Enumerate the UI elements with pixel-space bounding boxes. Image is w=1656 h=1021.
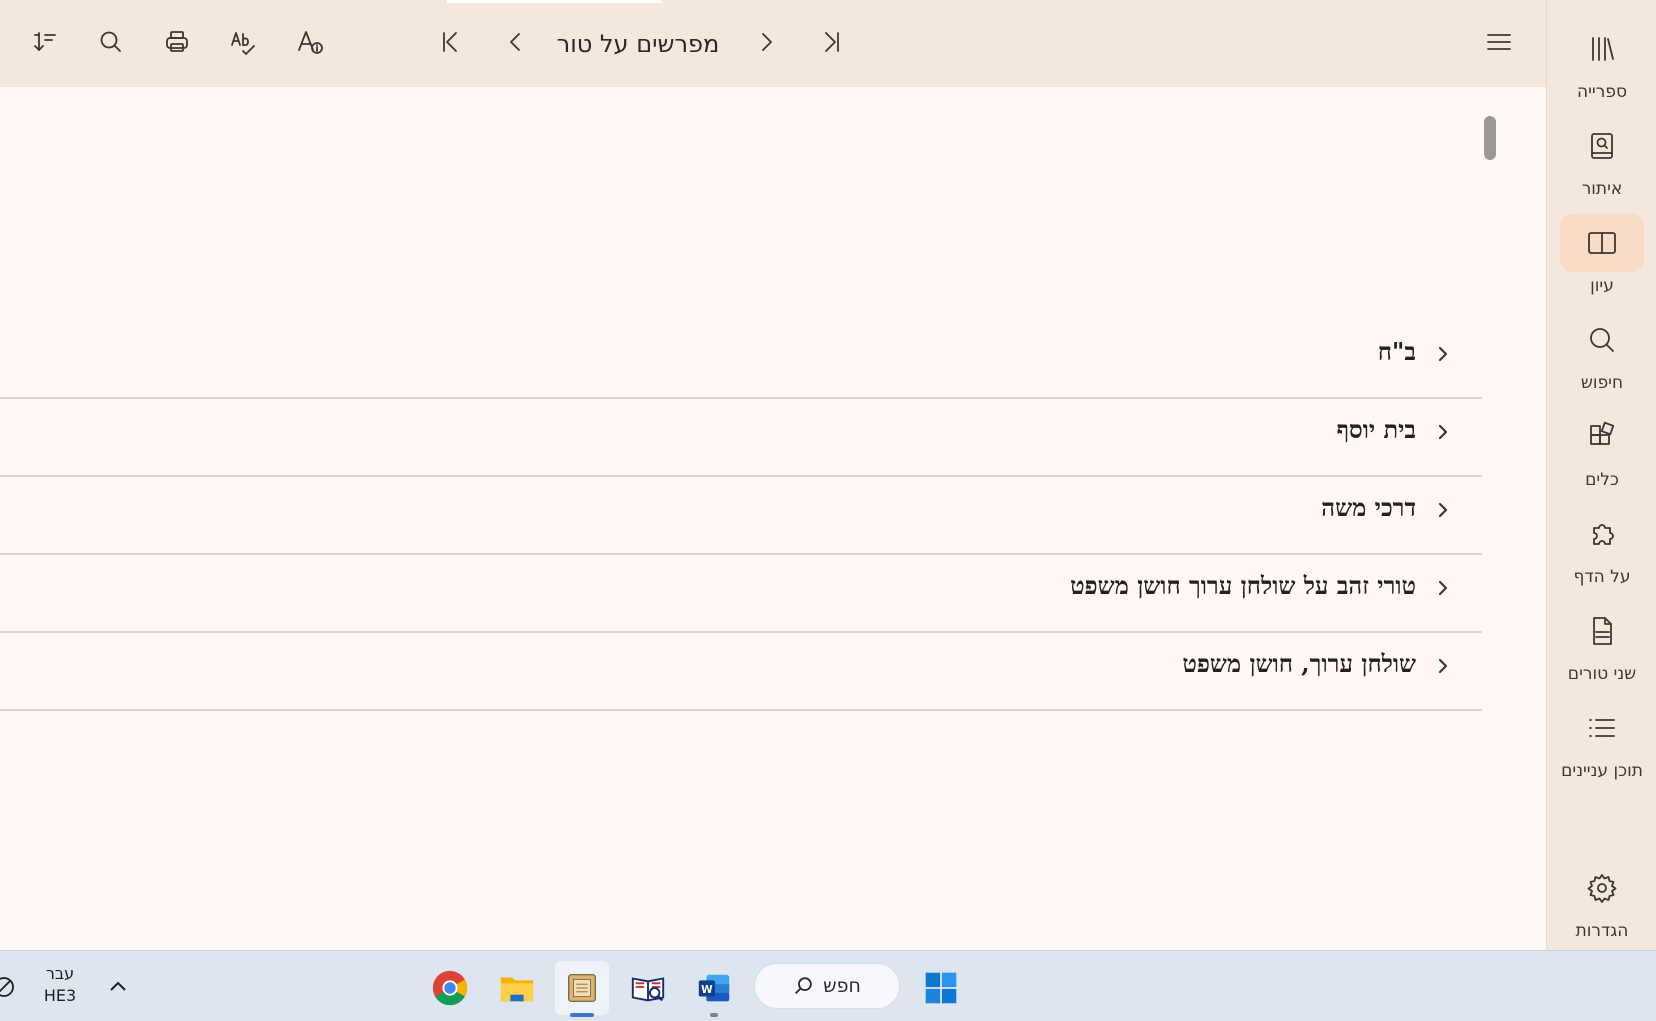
navigation-rail: ספרייה איתור עיון חיפוש כלים על הדף שני … <box>1546 0 1656 950</box>
rail-item-label: כלים <box>1585 470 1619 490</box>
list-item-label: בית יוסף <box>1336 415 1416 444</box>
chevron-right-icon <box>1432 343 1454 365</box>
dictionary-app-icon[interactable] <box>621 961 675 1015</box>
top-toolbar: מפרשים על טור <box>0 0 1546 87</box>
list-item-label: ב"ח <box>1377 337 1416 366</box>
previous-icon[interactable] <box>498 24 534 60</box>
rail-item-settings[interactable]: הגדרות <box>1547 855 1656 945</box>
rail-item-search[interactable]: חיפוש <box>1547 307 1656 397</box>
pdf-icon <box>1593 617 1612 645</box>
search-label: חפש <box>823 975 861 997</box>
rail-item-library[interactable]: ספרייה <box>1547 16 1656 106</box>
list-icon <box>1589 719 1615 737</box>
chevron-right-icon <box>1432 577 1454 599</box>
scrollbar-thumb[interactable] <box>1484 116 1496 160</box>
taskbar-search-button[interactable]: חפש <box>754 963 900 1009</box>
chevron-right-icon <box>1432 421 1454 443</box>
list-item-shulchan-aruch[interactable]: שולחן ערוך, חושן משפט <box>0 633 1482 711</box>
list-item-label: דרכי משה <box>1321 493 1416 522</box>
chrome-icon[interactable] <box>423 961 477 1015</box>
active-app-indicator <box>570 1013 594 1017</box>
rail-item-label: ספרייה <box>1577 82 1627 102</box>
rail-item-locate[interactable]: איתור <box>1547 113 1656 203</box>
rail-item-on-page[interactable]: על הדף <box>1547 501 1656 591</box>
list-item-label: טורי זהב על שולחן ערוך חושן משפט <box>1070 571 1416 600</box>
rail-item-label: תוכן עניינים <box>1561 761 1643 781</box>
rail-item-label: איתור <box>1581 179 1623 199</box>
language-label: עבר <box>45 964 75 983</box>
svg-text:W: W <box>701 984 713 996</box>
windows-start-icon[interactable] <box>914 961 968 1015</box>
rail-item-two-columns[interactable]: שני טורים <box>1547 598 1656 688</box>
search-icon[interactable] <box>93 24 129 60</box>
locate-book-icon <box>1591 133 1613 159</box>
search-icon <box>795 977 812 994</box>
rail-item-tools[interactable]: כלים <box>1547 404 1656 494</box>
app-window: מפרשים על טור ב"ח בית יוסף דרכי משה טורי… <box>0 0 1656 950</box>
next-icon[interactable] <box>748 24 784 60</box>
rail-item-label: על הדף <box>1573 567 1631 587</box>
last-page-icon[interactable] <box>814 24 850 60</box>
rail-item-label: חיפוש <box>1580 373 1624 393</box>
input-language-indicator[interactable]: עבר HE3 <box>40 963 80 1007</box>
font-info-icon[interactable] <box>292 24 328 60</box>
print-icon[interactable] <box>159 24 195 60</box>
rail-item-label: שני טורים <box>1567 664 1637 684</box>
list-item-beit-yosef[interactable]: בית יוסף <box>0 399 1482 477</box>
book-title: מפרשים על טור <box>556 30 720 58</box>
list-item-label: שולחן ערוך, חושן משפט <box>1182 649 1416 678</box>
commentary-list: ב"ח בית יוסף דרכי משה טורי זהב על שולחן … <box>0 321 1482 711</box>
tray-status-icon[interactable] <box>0 973 18 1001</box>
rail-item-study[interactable]: עיון <box>1547 210 1656 300</box>
first-page-icon[interactable] <box>432 24 468 60</box>
menu-icon[interactable] <box>1481 24 1517 60</box>
windows-taskbar: עבר HE3 W חפש <box>0 950 1656 1021</box>
keyboard-layout-label: HE3 <box>43 986 77 1005</box>
open-book-icon <box>1588 232 1616 254</box>
chevron-up-icon[interactable] <box>104 973 132 1001</box>
list-item-turei-zahav[interactable]: טורי זהב על שולחן ערוך חושן משפט <box>0 555 1482 633</box>
puzzle-icon <box>1593 524 1614 545</box>
chevron-right-icon <box>1432 655 1454 677</box>
chevron-right-icon <box>1432 499 1454 521</box>
list-item-bach[interactable]: ב"ח <box>0 321 1482 399</box>
running-app-indicator <box>710 1013 718 1017</box>
file-explorer-icon[interactable] <box>490 961 544 1015</box>
rail-item-label: הגדרות <box>1575 921 1629 941</box>
toolbar-highlight <box>447 0 662 3</box>
word-icon[interactable]: W <box>687 961 741 1017</box>
gear-icon <box>1587 874 1617 903</box>
tools-icon <box>1590 421 1615 445</box>
library-icon <box>1592 37 1614 61</box>
otzaria-app-icon[interactable] <box>555 961 609 1017</box>
sort-icon[interactable] <box>27 24 63 60</box>
rail-item-label: עיון <box>1590 276 1614 296</box>
rail-item-toc[interactable]: תוכן עניינים <box>1547 695 1656 785</box>
list-item-darkei-moshe[interactable]: דרכי משה <box>0 477 1482 555</box>
search-icon <box>1590 328 1614 352</box>
spellcheck-icon[interactable] <box>225 24 261 60</box>
